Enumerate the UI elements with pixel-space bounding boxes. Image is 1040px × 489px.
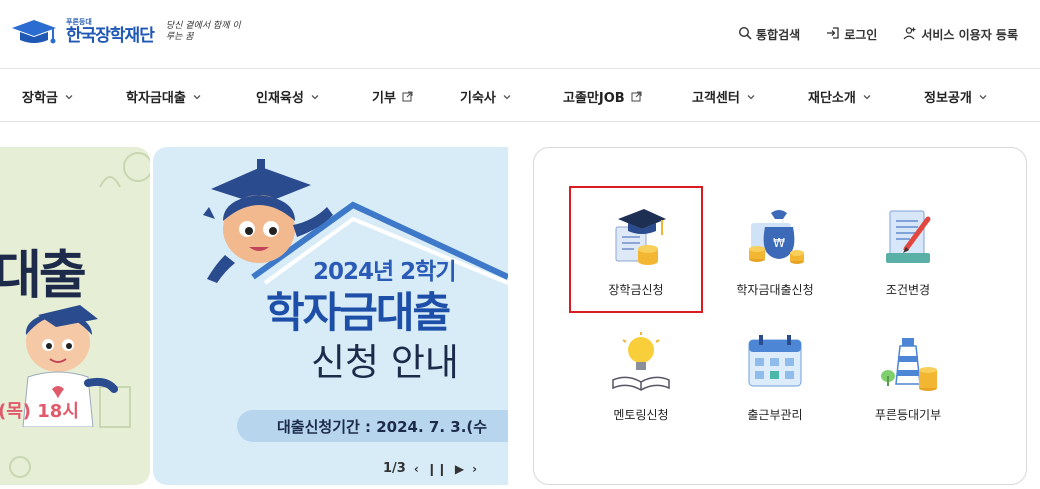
external-link-icon [402, 91, 413, 102]
quick-service-label: 출근부관리 [747, 408, 803, 422]
nav-item-label: 인재육성 [256, 91, 304, 106]
nav-item-label: 정보공개 [924, 91, 972, 106]
nav-item-label: 고졸만JOB [563, 91, 625, 106]
nav-item-about[interactable]: 재단소개 [808, 87, 872, 106]
chevron-down-icon [311, 94, 319, 99]
play-button[interactable]: ▶ [455, 462, 464, 476]
login-link-label: 로그인 [844, 28, 878, 42]
site-header: 푸른등대 한국장학재단 당신 곁에서 함께 이루는 꿈 통합검색 로그인 서비스… [0, 0, 1040, 68]
chevron-down-icon [747, 94, 755, 99]
main-navigation: 장학금 학자금대출 인재육성 기부 기숙사 고졸만JOB 고객센터 재단소개 정… [0, 68, 1040, 122]
search-link[interactable]: 통합검색 [738, 26, 800, 43]
nav-item-label: 고객센터 [692, 91, 740, 106]
search-icon [738, 26, 752, 43]
nav-item-high-school-job[interactable]: 고졸만JOB [563, 87, 642, 106]
nav-item-label: 기부 [372, 91, 396, 106]
quick-service-condition-change[interactable]: 조건변경 [843, 205, 973, 298]
banner-period-pill: 대출신청기간 : 2024. 7. 3.(수 [237, 410, 508, 442]
utility-menu: 통합검색 로그인 서비스 이용자 등록 [738, 26, 1018, 43]
user-add-icon [903, 26, 917, 43]
nav-item-dormitory[interactable]: 기숙사 [460, 87, 512, 106]
quick-service-donation[interactable]: 푸른등대기부 [843, 330, 973, 423]
nav-item-disclosure[interactable]: 정보공개 [924, 87, 988, 106]
pause-button[interactable]: ❙❙ [427, 462, 447, 476]
logo-slogan: 당신 곁에서 함께 이루는 꿈 [165, 21, 241, 42]
graduation-cap-logo-icon [10, 18, 60, 46]
nav-item-student-loan[interactable]: 학자금대출 [126, 87, 202, 106]
banner-title-main: 학자금대출 [266, 288, 451, 337]
nav-item-label: 기숙사 [460, 91, 496, 106]
quick-service-student-loan-apply[interactable]: ₩ 학자금대출신청 [710, 205, 840, 298]
nav-item-donation[interactable]: 기부 [372, 87, 413, 106]
quick-service-label: 멘토링신청 [613, 408, 669, 422]
banner-period-text: 대출신청기간 : 2024. 7. 3.(수 [277, 418, 488, 436]
nav-item-customer-center[interactable]: 고객센터 [692, 87, 756, 106]
prev-slide-button[interactable]: ‹ [414, 462, 419, 476]
chevron-down-icon [863, 94, 871, 99]
logo-subtitle: 푸른등대 [66, 18, 92, 26]
nav-item-scholarship[interactable]: 장학금 [22, 87, 74, 106]
nav-item-label: 학자금대출 [126, 91, 186, 106]
lightbulb-book-icon [609, 330, 673, 394]
quick-service-label: 푸른등대기부 [874, 408, 942, 422]
svg-text:₩: ₩ [773, 236, 785, 250]
calendar-icon [743, 330, 807, 394]
login-icon [826, 26, 840, 43]
service-register-label: 서비스 이용자 등록 [921, 28, 1018, 42]
banner-pager: 1/3 ‹ ❙❙ ▶ › [383, 461, 477, 476]
site-logo[interactable]: 푸른등대 한국장학재단 당신 곁에서 함께 이루는 꿈 [10, 18, 242, 46]
chevron-down-icon [979, 94, 987, 99]
lighthouse-coins-icon [876, 330, 940, 394]
quick-service-label: 학자금대출신청 [736, 283, 814, 297]
external-link-icon [631, 91, 642, 102]
quick-service-mentoring-apply[interactable]: 멘토링신청 [576, 330, 706, 423]
logo-title: 한국장학재단 [66, 26, 155, 46]
prev-slide-date: (목) 18시 [0, 401, 79, 422]
chevron-down-icon [503, 94, 511, 99]
highlight-box [569, 186, 703, 313]
next-slide-button[interactable]: › [472, 462, 477, 476]
banner-previous-slide[interactable]: 대출 (목) 18시 [0, 147, 150, 485]
search-link-label: 통합검색 [756, 28, 801, 42]
quick-service-attendance[interactable]: 출근부관리 [710, 330, 840, 423]
money-bag-icon: ₩ [743, 205, 807, 269]
nav-item-label: 재단소개 [808, 91, 856, 106]
login-link[interactable]: 로그인 [826, 26, 877, 43]
service-register-link[interactable]: 서비스 이용자 등록 [903, 26, 1018, 43]
chevron-down-icon [65, 94, 73, 99]
nav-item-talent-development[interactable]: 인재육성 [256, 87, 320, 106]
quick-service-label: 조건변경 [885, 283, 931, 297]
banner-page-indicator: 1/3 [383, 461, 406, 476]
document-edit-icon [876, 205, 940, 269]
chevron-down-icon [193, 94, 201, 99]
nav-item-label: 장학금 [22, 91, 58, 106]
banner-title-notice: 신청 안내 [311, 341, 459, 384]
banner-main-slide[interactable]: 2024년 2학기 학자금대출 신청 안내 대출신청기간 : 2024. 7. … [153, 147, 508, 485]
